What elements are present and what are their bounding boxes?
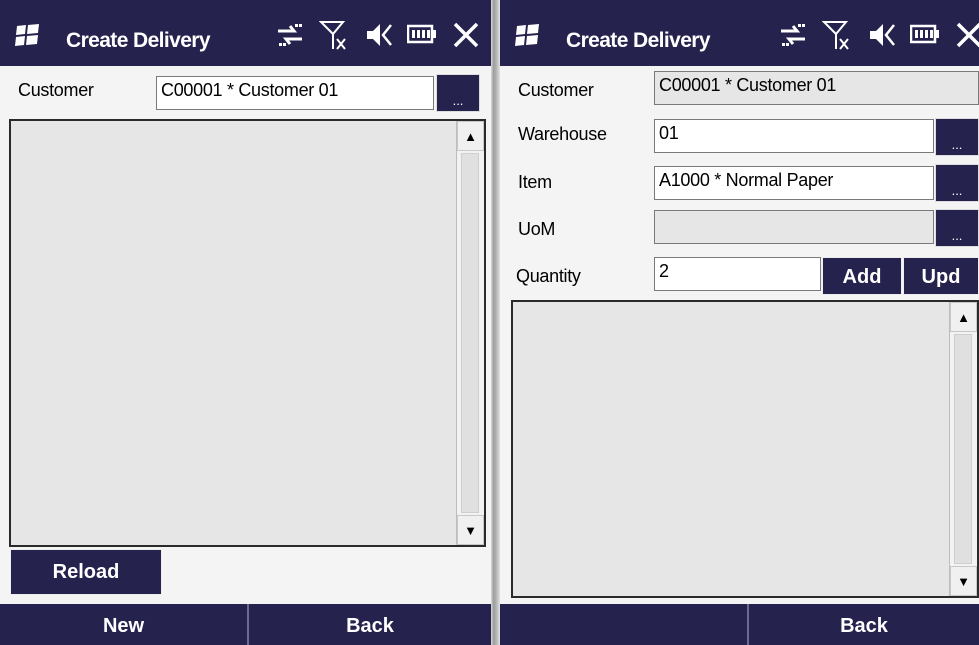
customer-field: C00001 * Customer 01 <box>654 71 979 105</box>
create-delivery-screen-detail: Create Delivery Customer C00001 * Custom… <box>500 0 979 645</box>
new-softkey[interactable]: New <box>0 604 247 645</box>
delivery-lines-list[interactable]: ▲ ▼ <box>511 300 979 598</box>
title-bar: Create Delivery <box>0 0 491 66</box>
scroll-up-icon[interactable]: ▲ <box>950 302 977 332</box>
vertical-scrollbar[interactable]: ▲ ▼ <box>456 121 484 545</box>
scroll-up-icon[interactable]: ▲ <box>457 121 484 151</box>
volume-muted-icon[interactable] <box>864 18 898 52</box>
no-signal-icon[interactable] <box>317 18 351 52</box>
item-field[interactable]: A1000 * Normal Paper <box>654 166 934 200</box>
warehouse-label: Warehouse <box>518 124 607 144</box>
title-bar: Create Delivery <box>500 0 979 66</box>
quantity-field[interactable]: 2 <box>654 257 821 291</box>
quantity-label: Quantity <box>516 266 581 286</box>
item-lookup-button[interactable]: ... <box>935 164 979 202</box>
volume-muted-icon[interactable] <box>361 18 395 52</box>
softkey-bar: Back <box>500 604 979 645</box>
scroll-track[interactable] <box>954 334 972 564</box>
item-label: Item <box>518 172 552 192</box>
connectivity-icon[interactable] <box>776 18 810 52</box>
close-icon[interactable] <box>952 18 979 52</box>
customer-label: Customer <box>518 80 594 100</box>
close-icon[interactable] <box>449 18 483 52</box>
scroll-down-icon[interactable]: ▼ <box>457 515 484 545</box>
create-delivery-screen-list: Create Delivery Customer C00001 * Custom… <box>0 0 491 645</box>
customer-items-list[interactable]: ▲ ▼ <box>9 119 486 547</box>
customer-field[interactable]: C00001 * Customer 01 <box>156 76 434 110</box>
customer-label: Customer <box>18 80 94 100</box>
uom-field <box>654 210 934 244</box>
uom-label: UoM <box>518 219 556 239</box>
back-softkey[interactable]: Back <box>249 604 491 645</box>
uom-lookup-button[interactable]: ... <box>935 209 979 247</box>
status-icons <box>776 18 979 52</box>
add-button[interactable]: Add <box>822 257 902 295</box>
connectivity-icon[interactable] <box>273 18 307 52</box>
warehouse-field[interactable]: 01 <box>654 119 934 153</box>
reload-button[interactable]: Reload <box>10 549 162 595</box>
warehouse-lookup-button[interactable]: ... <box>935 118 979 156</box>
softkey-bar: New Back <box>0 604 491 645</box>
left-softkey[interactable] <box>500 604 747 645</box>
windows-start-icon[interactable] <box>14 24 40 46</box>
screen-divider <box>491 0 500 645</box>
no-signal-icon[interactable] <box>820 18 854 52</box>
windows-start-icon[interactable] <box>514 24 540 46</box>
scroll-track[interactable] <box>461 153 479 513</box>
status-icons <box>273 18 483 52</box>
scroll-down-icon[interactable]: ▼ <box>950 566 977 596</box>
update-button[interactable]: Upd <box>903 257 979 295</box>
customer-lookup-button[interactable]: ... <box>436 74 480 112</box>
page-title: Create Delivery <box>66 29 211 52</box>
back-softkey[interactable]: Back <box>749 604 979 645</box>
battery-icon[interactable] <box>908 18 942 52</box>
page-title: Create Delivery <box>566 29 711 52</box>
battery-icon[interactable] <box>405 18 439 52</box>
vertical-scrollbar[interactable]: ▲ ▼ <box>949 302 977 596</box>
